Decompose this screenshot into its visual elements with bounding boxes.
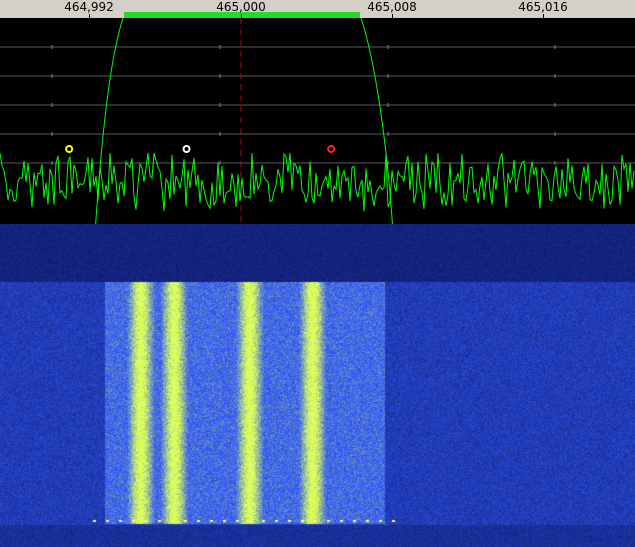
marker-yellow-icon[interactable]	[65, 145, 74, 153]
freq-label-1: 464,992	[64, 0, 114, 14]
freq-label-3: 465,008	[367, 0, 417, 14]
waterfall-display[interactable]	[0, 224, 635, 547]
frequency-scale[interactable]: 464,992 465,000 465,008 465,016	[0, 0, 635, 19]
spectrum-display[interactable]	[0, 18, 635, 224]
freq-label-2: 465,000	[216, 0, 266, 14]
spectrum-trace	[0, 152, 635, 212]
freq-label-4: 465,016	[518, 0, 568, 14]
marker-white-icon[interactable]	[182, 145, 191, 153]
spectrum-grid	[0, 45, 635, 165]
marker-red-icon[interactable]	[327, 145, 336, 153]
